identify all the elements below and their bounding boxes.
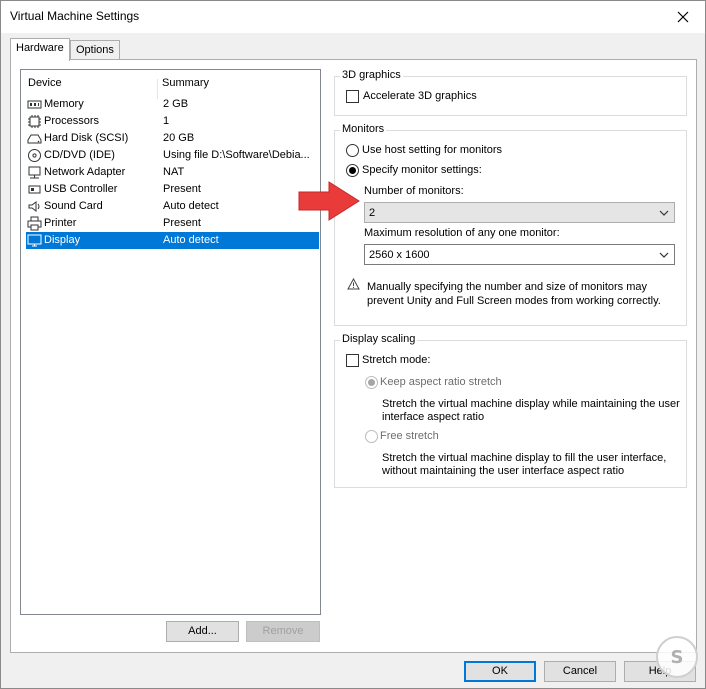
tab-hardware-label: Hardware [16,42,64,54]
device-summary: Using file D:\Software\Debia... [163,149,310,161]
cancel-button[interactable]: Cancel [544,661,616,682]
max-resolution-dropdown[interactable]: 2560 x 1600 [364,244,675,265]
device-name: Display [44,234,81,246]
device-list-header: Device Summary [21,77,320,99]
device-name: Sound Card [44,200,103,212]
device-row-memory[interactable]: Memory 2 GB [26,96,319,113]
device-name: Network Adapter [44,166,126,178]
keep-aspect-ratio-label[interactable]: Keep aspect ratio stretch [380,376,502,388]
device-name: Hard Disk (SCSI) [44,132,129,144]
warning-text-line-2: prevent Unity and Full Screen modes from… [367,295,661,307]
keep-aspect-desc-line-2: interface aspect ratio [382,411,485,423]
device-row-display[interactable]: Display Auto detect [26,232,319,249]
column-header-device[interactable]: Device [28,77,62,89]
printer-icon [27,216,42,231]
device-summary: Auto detect [163,200,219,212]
3d-graphics-group: 3D graphics Accelerate 3D graphics [334,69,687,116]
keep-aspect-ratio-radio[interactable] [365,376,378,389]
warning-icon [347,278,360,290]
free-stretch-desc-line-2: without maintaining the user interface a… [382,465,625,477]
keep-aspect-desc-line-1: Stretch the virtual machine display whil… [382,398,680,410]
device-row-processors[interactable]: Processors 1 [26,113,319,130]
device-summary: 20 GB [163,132,195,144]
close-icon [677,11,689,23]
device-list[interactable]: Device Summary Memory 2 GB Processors 1 … [20,69,321,615]
display-scaling-group-label: Display scaling [340,333,418,345]
number-of-monitors-value: 2 [369,207,376,219]
stretch-mode-checkbox[interactable] [346,354,359,367]
stretch-mode-label[interactable]: Stretch mode: [362,354,430,366]
max-resolution-value: 2560 x 1600 [369,249,430,261]
display-scaling-group: Display scaling Stretch mode: Keep aspec… [334,333,687,488]
cd-dvd-icon [28,149,41,162]
specify-monitor-settings-label[interactable]: Specify monitor settings: [362,164,482,176]
chevron-down-icon [659,210,669,216]
free-stretch-label[interactable]: Free stretch [380,430,439,442]
chevron-down-icon [659,252,669,258]
tab-options-label: Options [76,44,114,56]
network-adapter-icon [28,166,41,179]
warning-text-line-1: Manually specifying the number and size … [367,281,648,293]
free-stretch-desc-line-1: Stretch the virtual machine display to f… [382,452,667,464]
device-row-printer[interactable]: Printer Present [26,215,319,232]
number-of-monitors-dropdown[interactable]: 2 [364,202,675,223]
solvetic-logo-icon: S [656,636,698,678]
sound-card-icon [28,201,40,212]
memory-icon [27,100,42,109]
max-resolution-label: Maximum resolution of any one monitor: [364,227,560,239]
add-button[interactable]: Add... [166,621,239,642]
device-name: Printer [44,217,77,229]
device-summary: Present [163,183,201,195]
device-name: CD/DVD (IDE) [44,149,115,161]
title-bar: Virtual Machine Settings [1,1,705,33]
device-row-hard-disk[interactable]: Hard Disk (SCSI) 20 GB [26,130,319,147]
device-summary: 2 GB [163,98,189,110]
device-name: Memory [44,98,84,110]
specify-monitor-settings-radio[interactable] [346,164,359,177]
watermark-text: S [671,647,684,668]
number-of-monitors-label: Number of monitors: [364,185,464,197]
device-summary: Present [163,217,201,229]
tab-hardware[interactable]: Hardware [10,38,70,61]
device-row-network-adapter[interactable]: Network Adapter NAT [26,164,319,181]
accelerate-3d-checkbox[interactable] [346,90,359,103]
accelerate-3d-label[interactable]: Accelerate 3D graphics [363,90,477,102]
free-stretch-radio[interactable] [365,430,378,443]
device-row-cd-dvd[interactable]: CD/DVD (IDE) Using file D:\Software\Debi… [26,147,319,164]
hard-disk-icon [27,134,42,144]
device-summary: 1 [163,115,170,127]
3d-graphics-group-label: 3D graphics [340,69,403,81]
device-name: Processors [44,115,100,127]
device-row-usb-controller[interactable]: USB Controller Present [26,181,319,198]
display-icon [27,234,42,247]
processor-icon [28,115,41,128]
remove-button[interactable]: Remove [246,621,320,642]
window-title: Virtual Machine Settings [10,9,140,23]
virtual-machine-settings-window: Virtual Machine Settings Hardware Option… [0,0,706,689]
device-summary: NAT [163,166,185,178]
use-host-setting-radio[interactable] [346,144,359,157]
use-host-setting-label[interactable]: Use host setting for monitors [362,144,502,156]
device-name: USB Controller [44,183,118,195]
ok-button[interactable]: OK [464,661,536,682]
device-row-sound-card[interactable]: Sound Card Auto detect [26,198,319,215]
monitors-group-label: Monitors [340,123,387,135]
tab-options[interactable]: Options [70,40,120,59]
column-header-summary[interactable]: Summary [162,77,209,89]
red-arrow-annotation [298,181,360,221]
usb-icon [28,185,41,194]
watermark-logo: S [655,635,699,682]
close-button[interactable] [661,1,705,33]
monitors-group: Monitors Use host setting for monitors S… [334,123,687,326]
device-summary: Auto detect [163,234,219,246]
